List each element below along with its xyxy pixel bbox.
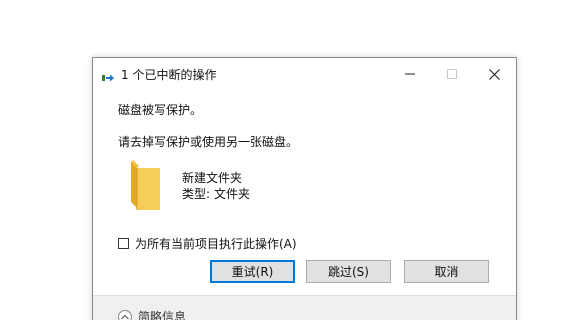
details-label[interactable]: 简略信息 <box>138 308 186 320</box>
dialog-footer: 简略信息 <box>93 295 516 320</box>
file-name: 新建文件夹 <box>182 171 243 185</box>
close-icon <box>488 68 500 80</box>
apply-to-all-label[interactable]: 为所有当前项目执行此操作(A) <box>135 235 297 252</box>
skip-button[interactable]: 跳过(S) <box>306 260 391 283</box>
file-transfer-icon <box>102 69 116 82</box>
details-toggle[interactable]: 简略信息 <box>118 308 186 320</box>
apply-to-all-row[interactable]: 为所有当前项目执行此操作(A) <box>118 235 297 251</box>
minimize-icon <box>405 69 415 79</box>
maximize-button <box>431 58 473 90</box>
cancel-button[interactable]: 取消 <box>404 260 489 283</box>
desktop: 1 个已中断的操作 磁盘被写保护。 请去掉写保护或使用另一张磁盘。 新建文件夹 … <box>0 0 582 320</box>
title-bar[interactable]: 1 个已中断的操作 <box>93 58 516 90</box>
minimize-button[interactable] <box>389 58 431 90</box>
file-type-label: 类型: <box>182 187 211 201</box>
close-button[interactable] <box>473 58 515 90</box>
error-message: 磁盘被写保护。 <box>118 103 203 117</box>
maximize-icon <box>447 69 457 79</box>
retry-button[interactable]: 重试(R) <box>210 260 295 283</box>
file-type-value: 文件夹 <box>214 187 251 201</box>
chevron-up-icon[interactable] <box>118 309 132 320</box>
interrupted-operation-dialog: 1 个已中断的操作 磁盘被写保护。 请去掉写保护或使用另一张磁盘。 新建文件夹 … <box>92 57 517 320</box>
folder-icon <box>127 158 163 212</box>
dialog-title: 1 个已中断的操作 <box>121 68 217 82</box>
apply-to-all-checkbox[interactable] <box>118 237 129 249</box>
file-type: 类型: 文件夹 <box>182 185 250 202</box>
instruction-message: 请去掉写保护或使用另一张磁盘。 <box>118 135 299 149</box>
